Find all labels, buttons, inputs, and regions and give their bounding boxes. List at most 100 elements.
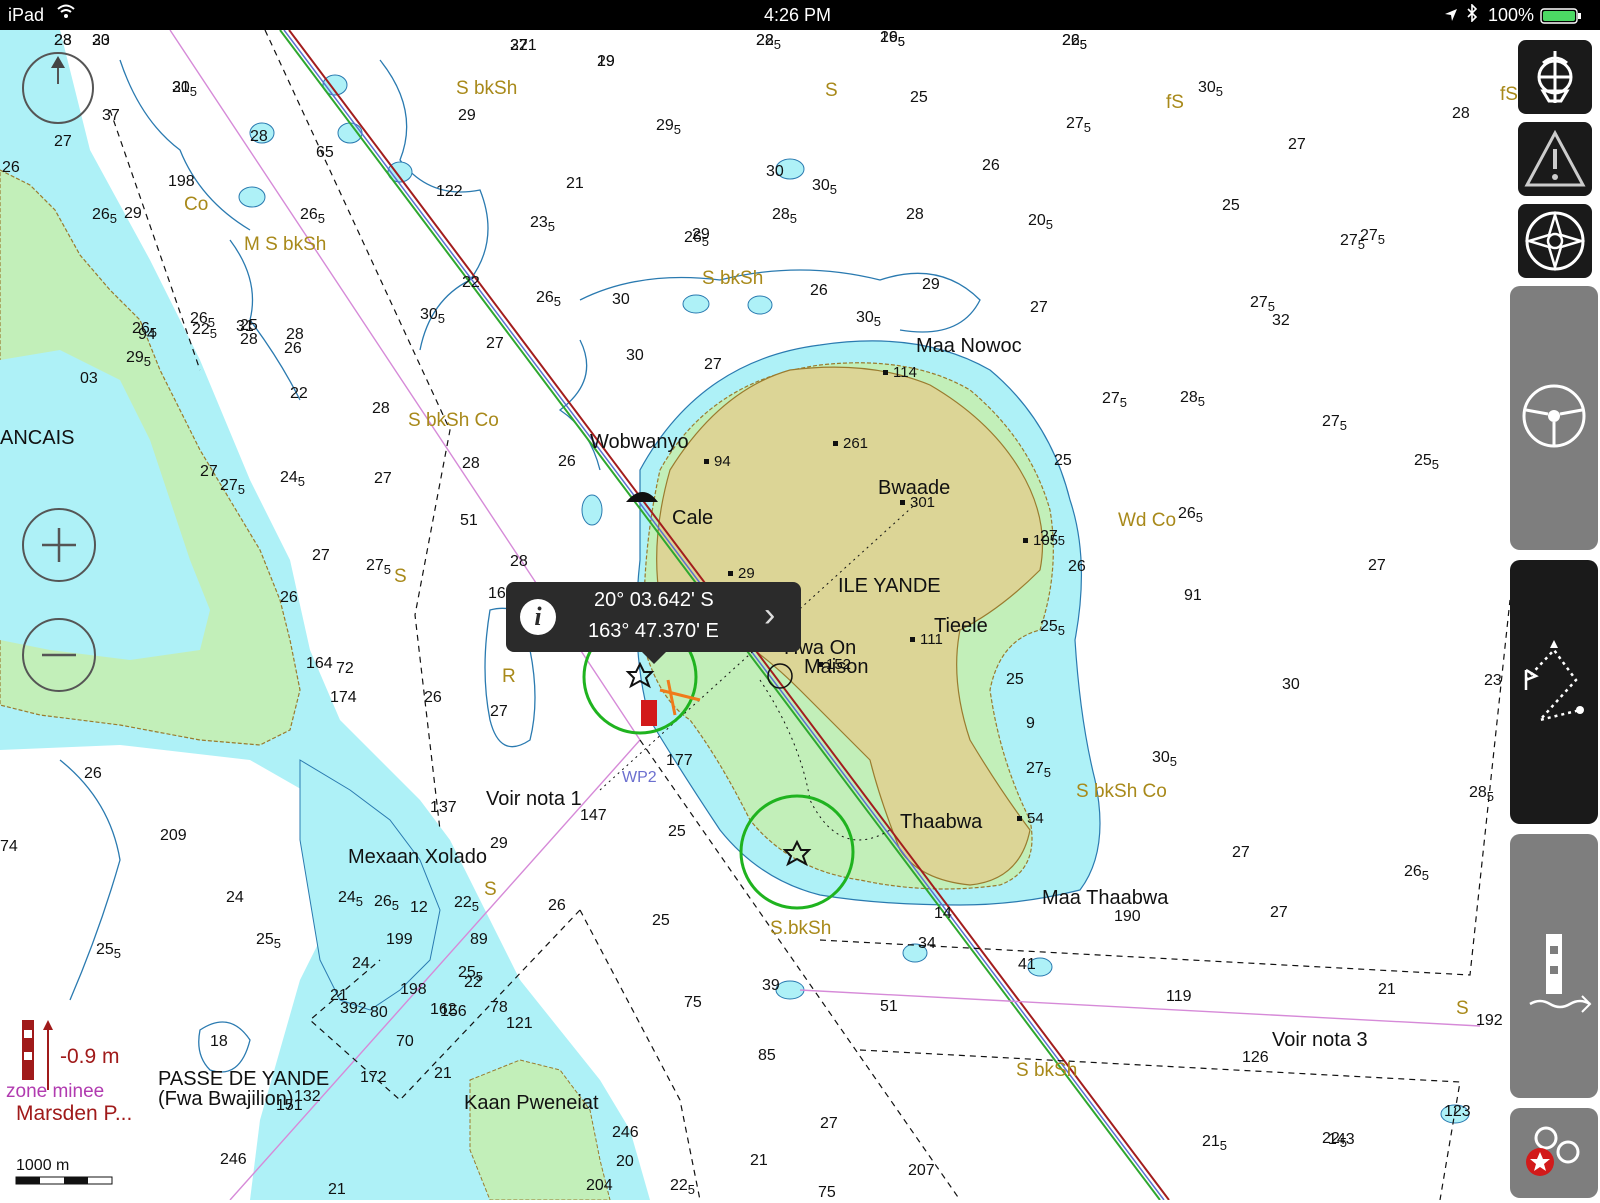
depth-sounding: 164	[306, 655, 333, 672]
place-name: Wobwanyo	[590, 431, 689, 453]
depth-sounding: 305	[420, 306, 445, 326]
limit-line	[859, 1049, 1461, 1200]
depth-sounding: 26	[1068, 558, 1086, 575]
status-bar: iPad 4:26 PM 100%	[0, 0, 1600, 30]
depth-sounding: 32	[1272, 312, 1290, 329]
settings-button[interactable]	[1510, 1108, 1598, 1198]
gears-icon	[1526, 1126, 1580, 1176]
depth-sounding: 14	[934, 905, 952, 922]
depth-sounding: 305	[856, 309, 881, 329]
shoal	[238, 186, 266, 208]
tide-gauge-icon	[1529, 934, 1592, 1013]
depth-sounding: 25	[668, 823, 686, 840]
depth-sounding: 295	[656, 117, 681, 137]
depth-sounding: 246	[612, 1124, 639, 1141]
depth-sounding: 119	[1166, 988, 1192, 1005]
chart-note: Voir nota 1	[486, 788, 582, 810]
depth-sounding: 29	[490, 835, 508, 852]
depth-sounding: 305	[1152, 749, 1177, 769]
tide-area: zone minee	[6, 1081, 105, 1102]
seabed-label: S.bkSh	[770, 918, 831, 939]
depth-sounding: 51	[460, 512, 478, 529]
steering-wheel-icon	[1522, 384, 1586, 448]
depth-sounding: 275	[1322, 413, 1347, 433]
depth-sounding: 30	[1282, 676, 1300, 693]
depth-sounding: 198	[400, 981, 427, 998]
depth-sounding: 246	[220, 1151, 247, 1168]
boat-marker	[641, 700, 657, 726]
seabed-label: S bkSh	[1016, 1060, 1077, 1081]
depth-sounding: 65	[316, 144, 334, 161]
depth-sounding: 27	[1288, 136, 1306, 153]
compass-rose-icon	[1524, 210, 1586, 272]
spot-height: 94	[714, 453, 731, 470]
zoom-in-button[interactable]	[22, 508, 96, 582]
depth-sounding: 21	[750, 1152, 768, 1169]
sailboat-icon	[1537, 51, 1573, 103]
seabed-label: M S bkSh	[244, 234, 326, 255]
depth-sounding: 22	[462, 274, 480, 291]
depth-sounding: 22	[290, 385, 308, 402]
depth-sounding: 275	[1250, 294, 1275, 314]
depth-sounding: 75	[818, 1184, 836, 1200]
bluetooth-icon	[1466, 3, 1478, 27]
compass-button[interactable]	[1518, 204, 1592, 278]
depth-sounding: 78	[490, 999, 508, 1016]
depth-sounding: 190	[1114, 908, 1141, 925]
depth-sounding: 23	[1484, 672, 1502, 689]
popup-latitude: 20° 03.642' S	[594, 589, 714, 611]
depth-sounding: 27	[1030, 299, 1048, 316]
seabed-label: S	[394, 566, 407, 587]
depth-sounding: 23	[54, 32, 72, 49]
depth-sounding: 205	[1028, 212, 1053, 232]
place-name: Maa Thaabwa	[1042, 887, 1169, 909]
seabed-label: S	[825, 80, 838, 101]
route-panel[interactable]	[1510, 560, 1598, 824]
depth-sounding: 85	[758, 1047, 776, 1064]
depth-sounding: 41	[1018, 956, 1036, 973]
zoom-out-button[interactable]	[22, 618, 96, 692]
depth-sounding: 122	[436, 183, 463, 200]
depth-sounding: 19	[597, 53, 615, 70]
route-icon	[1524, 640, 1584, 723]
spot-height: 114	[893, 364, 917, 381]
depth-sounding: 25	[652, 912, 670, 929]
shoal	[682, 294, 710, 314]
depth-sounding: 72	[336, 660, 354, 677]
warning-icon	[1524, 129, 1586, 187]
spot-height: 54	[1027, 810, 1044, 827]
tide-panel[interactable]	[1510, 834, 1598, 1098]
north-up-button[interactable]	[22, 52, 94, 124]
seabed-label: S bkSh	[456, 78, 517, 99]
battery-percent: 100%	[1488, 5, 1535, 25]
place-name: Cale	[672, 507, 713, 529]
depth-sounding: 26	[2, 159, 20, 176]
place-name: Tieele	[934, 615, 988, 637]
anchor-alarm-button[interactable]	[1518, 40, 1592, 114]
depth-sounding: 21	[1378, 981, 1396, 998]
info-icon[interactable]: i	[520, 599, 556, 635]
position-popup[interactable]: i 20° 03.642' S 163° 47.370' E ›	[506, 582, 801, 664]
depth-sounding: 21	[172, 79, 190, 96]
seabed-label: R	[502, 666, 516, 687]
tide-station[interactable]: Marsden P...	[16, 1102, 132, 1126]
depth-sounding: 215	[1202, 1133, 1227, 1153]
depth-sounding: 29	[124, 205, 142, 222]
location-icon	[1444, 6, 1458, 27]
depth-sounding: 27	[200, 463, 218, 480]
depth-sounding: 126	[1242, 1049, 1269, 1066]
depth-sounding: 27	[820, 1115, 838, 1132]
plus-icon	[42, 528, 76, 562]
depth-sounding: 75	[684, 994, 702, 1011]
seabed-label: Wd Co	[1118, 510, 1176, 531]
depth-sounding: 392	[340, 1000, 367, 1017]
chevron-right-icon[interactable]: ›	[764, 596, 775, 635]
tide-height: -0.9 m	[60, 1045, 120, 1068]
depth-sounding: 121	[506, 1015, 533, 1032]
alerts-button[interactable]	[1518, 122, 1592, 196]
depth-sounding: 27	[54, 133, 72, 150]
depth-sounding: 20	[616, 1153, 634, 1170]
tide-gauge	[22, 1020, 34, 1080]
depth-sounding: 39	[762, 977, 780, 994]
autopilot-panel[interactable]	[1510, 286, 1598, 550]
